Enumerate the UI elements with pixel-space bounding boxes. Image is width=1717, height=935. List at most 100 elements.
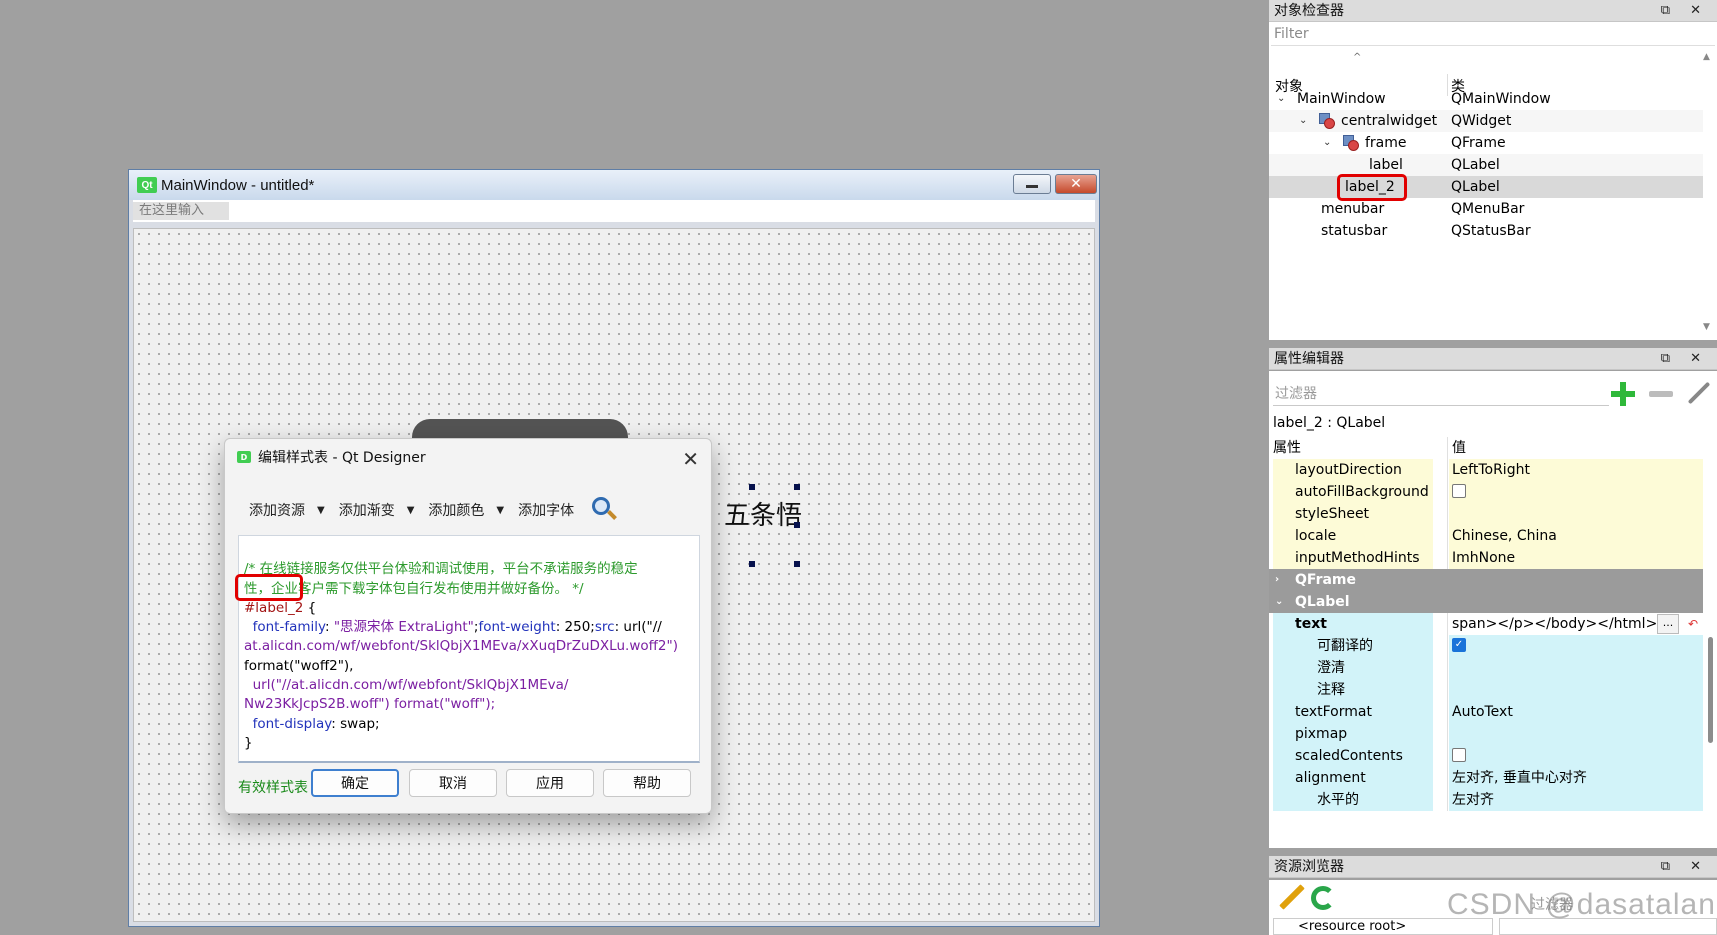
- chevron-down-icon[interactable]: ⌄: [1275, 591, 1283, 613]
- property-row[interactable]: scaledContents: [1269, 745, 1703, 767]
- tree-row-frame[interactable]: ⌄ frame QFrame: [1269, 132, 1703, 154]
- dialog-title-bar[interactable]: D 编辑样式表 - Qt Designer ✕: [225, 439, 711, 475]
- form-menubar[interactable]: 在这里输入: [133, 200, 1095, 222]
- close-button[interactable]: ✕: [1055, 174, 1097, 194]
- dropdown-arrow-icon[interactable]: ▼: [407, 505, 415, 516]
- scroll-down-icon[interactable]: ▼: [1703, 322, 1710, 332]
- ok-button[interactable]: 确定: [311, 769, 399, 797]
- property-row[interactable]: pixmap: [1269, 723, 1703, 745]
- tree-row-statusbar[interactable]: statusbar QStatusBar: [1269, 220, 1703, 242]
- minimize-button[interactable]: [1013, 174, 1051, 194]
- property-row[interactable]: 注释: [1269, 679, 1703, 701]
- property-row[interactable]: textFormat AutoText: [1269, 701, 1703, 723]
- code-brace: {: [303, 599, 317, 616]
- tree-row-label[interactable]: label QLabel: [1269, 154, 1703, 176]
- property-row[interactable]: autoFillBackground: [1269, 481, 1703, 503]
- property-filter-input[interactable]: 过滤器: [1273, 382, 1609, 406]
- scrollbar-thumb[interactable]: [1708, 637, 1713, 743]
- tree-row-menubar[interactable]: menubar QMenuBar: [1269, 198, 1703, 220]
- property-value[interactable]: [1449, 657, 1703, 679]
- float-close-icon[interactable]: ⧉ ✕: [1661, 856, 1709, 878]
- wrench-icon[interactable]: [1685, 379, 1713, 407]
- selection-handle[interactable]: [794, 484, 800, 490]
- property-row[interactable]: 可翻译的 ✓: [1269, 635, 1703, 657]
- tree-row-centralwidget[interactable]: ⌄ centralwidget QWidget: [1269, 110, 1703, 132]
- property-value-checkbox[interactable]: ✓: [1449, 635, 1703, 657]
- object-inspector-title-bar[interactable]: 对象检查器 ⧉ ✕: [1269, 0, 1717, 22]
- chevron-right-icon[interactable]: ›: [1275, 569, 1279, 591]
- selection-handle[interactable]: [749, 484, 755, 490]
- add-resource-menu[interactable]: 添加资源 ▼: [249, 500, 325, 520]
- property-row[interactable]: › locale Chinese, China: [1269, 525, 1703, 547]
- refresh-icon[interactable]: [1311, 886, 1335, 910]
- object-class: QStatusBar: [1451, 223, 1531, 239]
- object-filter-input[interactable]: Filter: [1271, 22, 1715, 46]
- form-title-bar[interactable]: Qt MainWindow - untitled* ✕: [129, 170, 1099, 200]
- cancel-button[interactable]: 取消: [409, 769, 497, 797]
- property-value[interactable]: [1449, 679, 1703, 701]
- property-value[interactable]: [1449, 723, 1703, 745]
- checkbox[interactable]: [1452, 484, 1466, 498]
- property-value[interactable]: Chinese, China: [1449, 525, 1703, 547]
- scroll-up-icon[interactable]: ▲: [1703, 52, 1710, 62]
- property-group-qframe[interactable]: › QFrame: [1269, 569, 1703, 591]
- checkbox-checked[interactable]: ✓: [1452, 638, 1466, 652]
- chevron-down-icon[interactable]: ⌄: [1323, 132, 1331, 154]
- property-row[interactable]: ⌄ alignment 左对齐, 垂直中心对齐: [1269, 767, 1703, 789]
- tree-row-mainwindow[interactable]: ⌄ MainWindow QMainWindow: [1269, 88, 1703, 110]
- label-2-widget[interactable]: 五条悟: [724, 495, 802, 532]
- edit-stylesheet-dialog[interactable]: D 编辑样式表 - Qt Designer ✕ 添加资源 ▼ 添加渐变 ▼ 添加颜色…: [224, 438, 712, 814]
- help-button[interactable]: 帮助: [603, 769, 691, 797]
- apply-button[interactable]: 应用: [506, 769, 594, 797]
- property-value-checkbox[interactable]: [1449, 481, 1703, 503]
- magnifier-icon[interactable]: [588, 495, 618, 525]
- chevron-down-icon[interactable]: ⌄: [1277, 88, 1285, 110]
- property-row[interactable]: › inputMethodHints ImhNone: [1269, 547, 1703, 569]
- selection-handle[interactable]: [749, 561, 755, 567]
- add-color-menu[interactable]: 添加颜色 ▼: [428, 500, 504, 520]
- property-value[interactable]: [1449, 503, 1703, 525]
- menu-type-here[interactable]: 在这里输入: [133, 202, 229, 220]
- checkbox[interactable]: [1452, 748, 1466, 762]
- float-close-icon[interactable]: ⧉ ✕: [1661, 348, 1709, 370]
- edit-text-button[interactable]: ...: [1657, 614, 1679, 634]
- object-tree-scrollbar[interactable]: ▲ ▼: [1703, 52, 1715, 332]
- tree-row-label-2[interactable]: label_2 QLabel: [1269, 174, 1703, 201]
- property-name: textFormat: [1273, 701, 1433, 723]
- property-editor-title-bar[interactable]: 属性编辑器 ⧉ ✕: [1269, 348, 1717, 370]
- property-row[interactable]: 水平的 左对齐: [1269, 789, 1703, 811]
- pencil-icon[interactable]: [1277, 884, 1305, 912]
- property-group-qlabel[interactable]: ⌄ QLabel: [1269, 591, 1703, 613]
- group-name: QLabel: [1295, 594, 1350, 610]
- float-close-icon[interactable]: ⧉ ✕: [1661, 0, 1709, 22]
- property-value[interactable]: 左对齐, 垂直中心对齐: [1449, 767, 1703, 789]
- code-text: :: [325, 619, 334, 636]
- selection-handle[interactable]: [794, 561, 800, 567]
- stylesheet-editor[interactable]: /* 在线链接服务仅供平台体验和调试使用，平台不承诺服务的稳定 性，企业客户需下载…: [238, 535, 700, 763]
- property-value[interactable]: AutoText: [1449, 701, 1703, 723]
- property-row[interactable]: 澄清: [1269, 657, 1703, 679]
- add-dynamic-property-icon[interactable]: [1609, 380, 1637, 408]
- property-scrollbar[interactable]: [1705, 437, 1715, 847]
- designer-logo-icon: D: [237, 451, 251, 463]
- property-row[interactable]: layoutDirection LeftToRight: [1269, 459, 1703, 481]
- property-value[interactable]: LeftToRight: [1449, 459, 1703, 481]
- property-value-checkbox[interactable]: [1449, 745, 1703, 767]
- add-gradient-menu[interactable]: 添加渐变 ▼: [339, 500, 415, 520]
- remove-property-icon[interactable]: [1649, 391, 1673, 397]
- property-row-text[interactable]: ⌄ text span></p></body></html> ... ↶: [1269, 613, 1703, 635]
- reset-icon[interactable]: ↶: [1685, 616, 1701, 632]
- property-table[interactable]: 属性 值 layoutDirection LeftToRight autoFil…: [1269, 437, 1703, 811]
- dropdown-arrow-icon[interactable]: ▼: [496, 505, 504, 516]
- valid-stylesheet-status: 有效样式表: [238, 780, 308, 796]
- selection-handle[interactable]: [794, 522, 800, 528]
- object-tree[interactable]: ^ 对象 类 ⌄ MainWindow QMainWindow ⌄ centra…: [1269, 52, 1703, 242]
- dialog-close-icon[interactable]: ✕: [682, 447, 699, 471]
- property-value[interactable]: ImhNone: [1449, 547, 1703, 569]
- add-font-button[interactable]: 添加字体: [518, 500, 574, 520]
- resource-browser-title-bar[interactable]: 资源浏览器 ⧉ ✕: [1269, 856, 1717, 878]
- property-value[interactable]: 左对齐: [1449, 789, 1703, 811]
- chevron-down-icon[interactable]: ⌄: [1299, 110, 1307, 132]
- property-row[interactable]: styleSheet: [1269, 503, 1703, 525]
- dropdown-arrow-icon[interactable]: ▼: [317, 505, 325, 516]
